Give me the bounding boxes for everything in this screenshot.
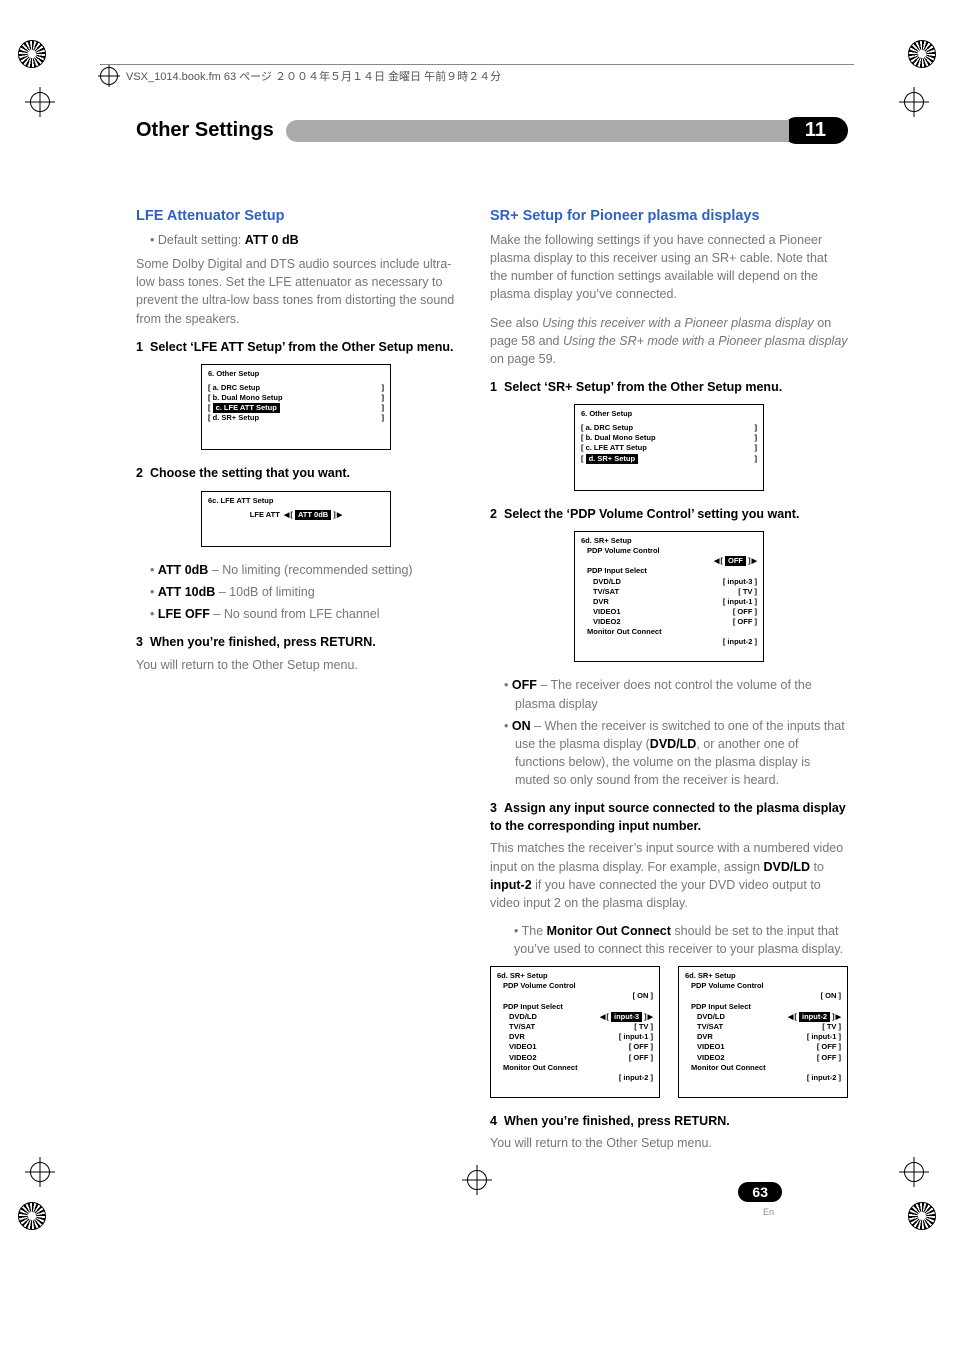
osd-sr-setup-left: 6d. SR+ Setup PDP Volume Control [ ON ] … <box>490 966 660 1098</box>
step-1-sr: 1Select ‘SR+ Setup’ from the Other Setup… <box>490 378 848 396</box>
crop-mark-icon <box>904 1162 924 1182</box>
osd-other-setup-sr: 6. Other Setup [ a. DRC Setup] [ b. Dual… <box>574 404 764 491</box>
osd-lfe-att: 6c. LFE ATT Setup LFE ATT [ ATT 0dB ] <box>201 491 391 548</box>
crosshair-icon <box>100 67 118 85</box>
chapter-title: Other Settings <box>136 115 274 146</box>
section-heading-sr: SR+ Setup for Pioneer plasma displays <box>490 206 848 227</box>
step-1-lfe: 1Select ‘LFE ATT Setup’ from the Other S… <box>136 338 456 356</box>
page-number-badge: 63 <box>738 1182 782 1202</box>
section-heading-lfe: LFE Attenuator Setup <box>136 206 456 227</box>
crop-mark-icon <box>30 1162 50 1182</box>
sr-assign-note: This matches the receiver’s input source… <box>490 839 848 912</box>
right-column: SR+ Setup for Pioneer plasma displays Ma… <box>490 206 848 1162</box>
sr-intro: Make the following settings if you have … <box>490 231 848 304</box>
crop-mark-icon <box>30 92 50 112</box>
monitor-out-note: The Monitor Out Connect should be set to… <box>514 922 848 958</box>
osd-sr-pair: 6d. SR+ Setup PDP Volume Control [ ON ] … <box>490 966 848 1098</box>
chapter-strip <box>286 120 789 142</box>
left-column: LFE Attenuator Setup Default setting: AT… <box>136 206 456 1162</box>
sr-volume-options: OFF – The receiver does not control the … <box>490 676 848 789</box>
step-2-sr: 2Select the ‘PDP Volume Control’ setting… <box>490 505 848 523</box>
chapter-number-badge: 11 <box>783 117 848 144</box>
step-2-lfe: 2Choose the setting that you want. <box>136 464 456 482</box>
osd-sr-setup-right: 6d. SR+ Setup PDP Volume Control [ ON ] … <box>678 966 848 1098</box>
crop-mark-icon <box>467 1170 487 1190</box>
osd-sr-setup: 6d. SR+ Setup PDP Volume Control [ OFF ]… <box>574 531 764 663</box>
sr-return-note: You will return to the Other Setup menu. <box>490 1134 848 1152</box>
registration-mark-icon <box>18 40 46 68</box>
page-footer: 63 En <box>136 1162 848 1220</box>
lfe-return-note: You will return to the Other Setup menu. <box>136 656 456 674</box>
default-setting: Default setting: ATT 0 dB <box>150 231 456 249</box>
sr-see-also: See also Using this receiver with a Pion… <box>490 314 848 368</box>
chapter-header: Other Settings 11 <box>136 115 848 146</box>
crop-mark-icon <box>904 92 924 112</box>
print-header-text: VSX_1014.book.fm 63 ページ ２００４年５月１４日 金曜日 午… <box>126 68 501 84</box>
print-header: VSX_1014.book.fm 63 ページ ２００４年５月１４日 金曜日 午… <box>100 64 854 85</box>
step-4-sr: 4When you’re finished, press RETURN. <box>490 1112 848 1130</box>
registration-mark-icon <box>908 40 936 68</box>
step-3-sr: 3Assign any input source connected to th… <box>490 799 848 835</box>
registration-mark-icon <box>908 1202 936 1230</box>
lfe-options: ATT 0dB – No limiting (recommended setti… <box>136 561 456 623</box>
lfe-intro: Some Dolby Digital and DTS audio sources… <box>136 255 456 328</box>
registration-mark-icon <box>18 1202 46 1230</box>
osd-other-setup: 6. Other Setup [ a. DRC Setup] [ b. Dual… <box>201 364 391 451</box>
step-3-lfe: 3When you’re finished, press RETURN. <box>136 633 456 651</box>
page-language: En <box>763 1207 782 1217</box>
